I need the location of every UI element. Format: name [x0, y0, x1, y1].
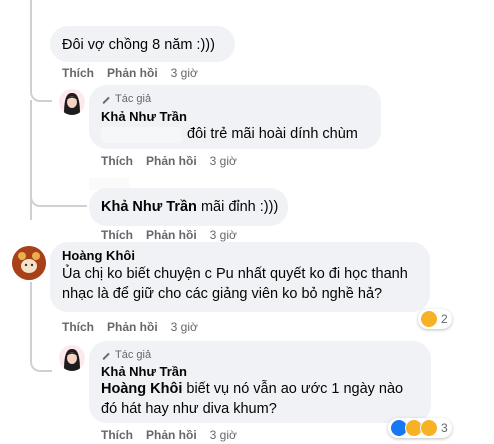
thread-connector — [30, 165, 87, 207]
like-button[interactable]: Thích — [101, 428, 133, 442]
comment-text: mãi đỉnh :))) — [200, 199, 279, 215]
author-badge-label: Tác giả — [115, 349, 152, 361]
comment-bubble: Hoàng Khôi Ủa chị ko biết chuyện c Pu nh… — [50, 242, 430, 312]
comment-author[interactable]: Khả Như Trần — [101, 109, 187, 124]
pen-icon — [102, 352, 110, 360]
comment-actions: Thích Phản hồi 3 giờ — [101, 228, 250, 242]
comment-bubble: Tác giả Khả Như Trần đôi trẻ mãi hoài dí… — [89, 85, 381, 149]
reply-button[interactable]: Phản hồi — [107, 320, 158, 334]
comment-bubble: Tác giả Khả Như Trần Hoàng Khôi biết vụ … — [89, 341, 431, 423]
avatar-image — [64, 93, 80, 115]
haha-icon — [420, 310, 438, 328]
author-badge: Tác giả — [101, 349, 151, 361]
comment-text: đôi trẻ mãi hoài dính chùm — [187, 126, 358, 142]
timestamp[interactable]: 3 giờ — [171, 320, 198, 334]
comment-text-wrapper: Khả Như Trần mãi đỉnh :))) — [101, 197, 278, 217]
comment-author[interactable]: Khả Như Trần — [101, 364, 187, 379]
avatar-image — [12, 246, 46, 280]
blurred-content — [101, 127, 181, 143]
reply-button[interactable]: Phản hồi — [146, 154, 197, 168]
timestamp[interactable]: 3 giờ — [210, 428, 237, 442]
comment-text: Ủa chị ko biết chuyện c Pu nhất quyết ko… — [62, 266, 408, 302]
comment-author[interactable]: Hoàng Khôi — [62, 248, 135, 263]
comment-actions: Thích Phản hồi 3 giờ — [62, 66, 211, 80]
reaction-count: 2 — [441, 312, 448, 326]
like-button[interactable]: Thích — [62, 320, 94, 334]
reaction-summary[interactable]: 2 — [418, 309, 452, 329]
comment-text-wrapper: Hoàng Khôi biết vụ nó vẫn ao ước 1 ngày … — [101, 379, 411, 419]
timestamp[interactable]: 3 giờ — [210, 228, 237, 242]
comment-bubble: Đôi vợ chồng 8 năm :))) — [50, 26, 235, 62]
reply-button[interactable]: Phản hồi — [146, 428, 197, 442]
wow-icon — [420, 419, 438, 437]
pen-icon — [102, 96, 110, 104]
avatar[interactable] — [59, 89, 85, 115]
comment-actions: Thích Phản hồi 3 giờ — [62, 320, 211, 334]
timestamp[interactable]: 3 giờ — [171, 66, 198, 80]
author-badge: Tác giả — [101, 93, 151, 105]
thread-line — [30, 0, 32, 60]
reply-button[interactable]: Phản hồi — [146, 228, 197, 242]
like-button[interactable]: Thích — [101, 154, 133, 168]
timestamp[interactable]: 3 giờ — [210, 154, 237, 168]
reaction-count: 3 — [441, 421, 448, 435]
comment-actions: Thích Phản hồi 3 giờ — [101, 428, 250, 442]
like-button[interactable]: Thích — [101, 228, 133, 242]
comment-bubble: Khả Như Trần mãi đỉnh :))) — [89, 188, 288, 226]
mention-link[interactable]: Hoàng Khôi — [101, 381, 182, 397]
reaction-summary[interactable]: 3 — [388, 418, 452, 438]
author-badge-label: Tác giả — [115, 93, 152, 105]
avatar[interactable] — [12, 246, 46, 280]
like-button[interactable]: Thích — [62, 66, 94, 80]
comment-text: Đôi vợ chồng 8 năm :))) — [62, 37, 215, 53]
thread-connector — [30, 60, 52, 102]
avatar-image — [64, 349, 80, 371]
reply-button[interactable]: Phản hồi — [107, 66, 158, 80]
mention-link[interactable]: Khả Như Trần — [101, 199, 197, 215]
avatar[interactable] — [59, 345, 85, 371]
thread-connector — [30, 340, 52, 372]
comment-actions: Thích Phản hồi 3 giờ — [101, 154, 250, 168]
